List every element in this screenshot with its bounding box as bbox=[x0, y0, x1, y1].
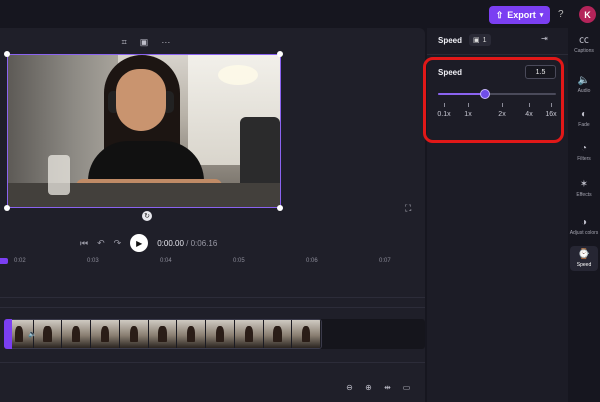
rail-item-fade[interactable]: ◐ Fade bbox=[568, 106, 600, 131]
chevron-down-icon: ▾ bbox=[539, 12, 544, 19]
preview-toolbar: ⌗ ▣ ··· bbox=[115, 34, 177, 50]
timeline-settings-icon[interactable]: ▭ bbox=[400, 381, 413, 394]
export-label: Export bbox=[507, 10, 536, 20]
speed-icon: ⌚ bbox=[577, 249, 591, 260]
collapse-panel-icon[interactable]: ⇥ bbox=[541, 34, 548, 43]
highlight-annotation bbox=[423, 57, 564, 143]
panel-divider bbox=[427, 54, 568, 55]
playback-controls: ⏮ ↶ ↷ ▶ 0:00.00 / 0:06.16 bbox=[80, 234, 217, 252]
resize-handle-bottom-left[interactable] bbox=[4, 205, 10, 211]
selected-clip-badge: ▣ 1 bbox=[469, 34, 491, 46]
clip-thumbnail bbox=[148, 320, 178, 348]
track-divider bbox=[0, 297, 425, 298]
rail-item-label: Fade bbox=[578, 122, 590, 128]
rail-item-label: Filters bbox=[577, 156, 591, 162]
video-icon: ▣ bbox=[473, 37, 480, 44]
panel-title: Speed bbox=[438, 36, 463, 45]
rotate-icon[interactable]: ↻ bbox=[142, 211, 152, 221]
resize-handle-top-left[interactable] bbox=[4, 51, 10, 57]
ruler-label: 0:03 bbox=[87, 258, 99, 264]
rail-item-label: Effects bbox=[576, 192, 592, 198]
rail-item-speed[interactable]: ⌚ Speed bbox=[570, 246, 598, 271]
rail-item-label: Captions bbox=[574, 48, 594, 54]
crop-icon[interactable]: ⌗ bbox=[122, 37, 127, 48]
ruler-label: 0:05 bbox=[233, 258, 245, 264]
rail-item-filters[interactable]: ◔ Filters bbox=[568, 140, 600, 165]
rail-item-effects[interactable]: ✶ Effects bbox=[568, 176, 600, 201]
adjust-colors-icon: ◑ bbox=[580, 217, 588, 228]
total-time: / 0:06.16 bbox=[186, 238, 218, 248]
selected-count: 1 bbox=[482, 36, 487, 44]
track-divider bbox=[0, 362, 425, 363]
clip-thumbnail bbox=[33, 320, 63, 348]
help-icon[interactable]: ? bbox=[558, 9, 564, 20]
timeline-zoom-controls: ⊖ ⊕ ⇹ ▭ bbox=[343, 381, 413, 394]
rail-item-label: Audio bbox=[577, 88, 591, 94]
more-icon[interactable]: ··· bbox=[161, 37, 170, 47]
top-bar: ⇧ Export ▾ ? K bbox=[0, 0, 600, 28]
ruler-label: 0:02 bbox=[14, 258, 26, 264]
skip-back-icon[interactable]: ⏮ bbox=[80, 238, 88, 249]
clip-thumbnail bbox=[234, 320, 264, 348]
audio-icon: 🔈 bbox=[577, 75, 591, 86]
clip-thumbnail bbox=[177, 320, 207, 348]
rail-item-audio[interactable]: 🔈 Audio bbox=[568, 72, 600, 97]
avatar[interactable]: K bbox=[579, 6, 596, 23]
ruler-label: 0:04 bbox=[160, 258, 172, 264]
clip-thumbnail bbox=[62, 320, 92, 348]
filters-icon: ◔ bbox=[580, 143, 588, 154]
rail-item-label: Adjust colors bbox=[569, 230, 599, 236]
clip-thumbnail bbox=[91, 320, 120, 348]
fullscreen-icon[interactable]: ⛶ bbox=[405, 203, 411, 214]
export-button[interactable]: ⇧ Export ▾ bbox=[489, 6, 550, 24]
timecode: 0:00.00 / 0:06.16 bbox=[157, 239, 217, 248]
effects-icon: ✶ bbox=[579, 179, 589, 190]
current-time: 0:00.00 bbox=[157, 238, 184, 248]
clip-audio-icon: 🔈 bbox=[28, 331, 37, 338]
captions-icon: ㏄ bbox=[579, 35, 589, 46]
fit-timeline-icon[interactable]: ⇹ bbox=[381, 381, 394, 394]
ruler-label: 0:06 bbox=[306, 258, 318, 264]
video-clip[interactable] bbox=[4, 319, 322, 349]
clip-thumbnail bbox=[119, 320, 149, 348]
clip-trim-handle[interactable] bbox=[4, 319, 12, 349]
fade-icon: ◐ bbox=[580, 109, 588, 120]
video-preview[interactable] bbox=[7, 54, 281, 208]
rail-item-label: Speed bbox=[576, 262, 592, 268]
ruler-label: 0:07 bbox=[379, 258, 391, 264]
fit-icon[interactable]: ▣ bbox=[140, 37, 149, 48]
rewind-icon[interactable]: ↶ bbox=[97, 238, 105, 249]
right-tool-rail: ㏄ Captions 🔈 Audio ◐ Fade ◔ Filters ✶ Effects ◑ Adj… bbox=[568, 28, 600, 402]
forward-icon[interactable]: ↷ bbox=[114, 238, 122, 249]
rail-item-adjust-colors[interactable]: ◑ Adjust colors bbox=[568, 214, 600, 239]
clip-thumbnail bbox=[206, 320, 235, 348]
track-divider bbox=[0, 307, 425, 308]
playhead[interactable] bbox=[0, 258, 8, 264]
resize-handle-bottom-right[interactable] bbox=[277, 205, 283, 211]
video-frame-image bbox=[8, 55, 280, 207]
clip-thumbnail bbox=[292, 320, 321, 348]
resize-handle-top-right[interactable] bbox=[277, 51, 283, 57]
rail-item-captions[interactable]: ㏄ Captions bbox=[568, 32, 600, 57]
clip-thumbnail bbox=[263, 320, 293, 348]
play-button[interactable]: ▶ bbox=[130, 234, 149, 252]
zoom-out-icon[interactable]: ⊖ bbox=[343, 381, 356, 394]
timeline-ruler[interactable]: 0:02 0:03 0:04 0:05 0:06 0:07 bbox=[0, 256, 425, 268]
export-icon: ⇧ bbox=[495, 9, 504, 20]
zoom-in-icon[interactable]: ⊕ bbox=[362, 381, 375, 394]
video-editor: ⇧ Export ▾ ? K ⌗ ▣ ··· ↻ ⛶ ⏮ ↶ ↷ ▶ 0:00.… bbox=[0, 0, 600, 402]
